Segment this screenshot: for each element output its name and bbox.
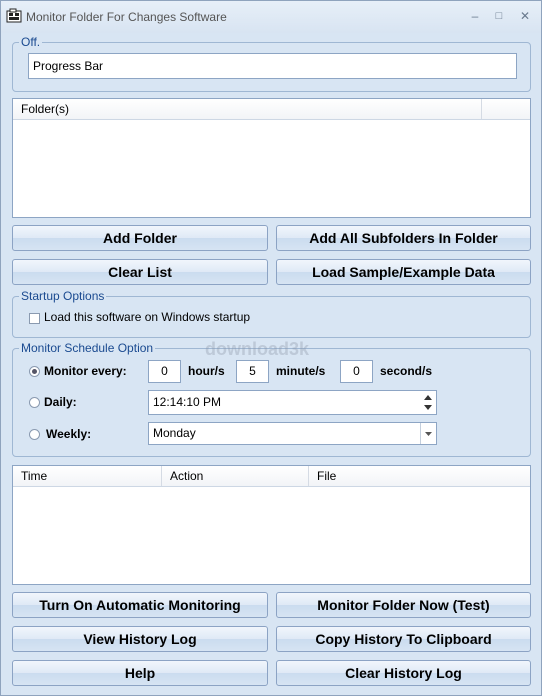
clear-list-button[interactable]: Clear List: [12, 259, 268, 285]
startup-checkbox-label[interactable]: Load this software on Windows startup: [44, 310, 250, 324]
help-button[interactable]: Help: [12, 660, 268, 686]
app-window: Monitor Folder For Changes Software – □ …: [0, 0, 542, 696]
weekly-label[interactable]: Weekly:: [46, 427, 91, 441]
startup-options-label: Startup Options: [19, 289, 107, 303]
daily-label[interactable]: Daily:: [44, 395, 77, 409]
load-sample-button[interactable]: Load Sample/Example Data: [276, 259, 531, 285]
daily-time-value: 12:14:10 PM: [153, 395, 222, 409]
startup-checkbox[interactable]: [29, 313, 40, 324]
history-list-header: Time Action File: [13, 466, 530, 487]
hours-unit-label: hour/s: [188, 364, 225, 378]
monitor-now-button[interactable]: Monitor Folder Now (Test): [276, 592, 531, 618]
folder-list[interactable]: Folder(s): [12, 98, 531, 218]
daily-radio[interactable]: [29, 397, 40, 408]
folder-list-header: Folder(s): [13, 99, 530, 120]
column-header-time[interactable]: Time: [13, 466, 162, 486]
add-subfolders-button[interactable]: Add All Subfolders In Folder: [276, 225, 531, 251]
weekly-radio[interactable]: [29, 429, 40, 440]
watermark-logo: download3k: [205, 339, 310, 359]
add-folder-button[interactable]: Add Folder: [12, 225, 268, 251]
minimize-button[interactable]: –: [463, 7, 487, 25]
seconds-unit-label: second/s: [380, 364, 433, 378]
monitor-every-radio[interactable]: [29, 366, 40, 377]
seconds-input[interactable]: 0: [340, 360, 373, 383]
time-spinner-icon[interactable]: [420, 391, 436, 414]
weekly-day-select[interactable]: Monday: [148, 422, 437, 445]
column-header-file[interactable]: File: [309, 466, 530, 486]
column-header-action[interactable]: Action: [162, 466, 309, 486]
minutes-unit-label: minute/s: [276, 364, 326, 378]
weekly-day-value: Monday: [153, 426, 196, 440]
monitor-every-label[interactable]: Monitor every:: [44, 364, 127, 378]
monitor-schedule-group: Monitor Schedule Option Monitor every: 0…: [12, 341, 531, 457]
turn-on-monitoring-button[interactable]: Turn On Automatic Monitoring: [12, 592, 268, 618]
clear-history-button[interactable]: Clear History Log: [276, 660, 531, 686]
chevron-down-icon[interactable]: [420, 423, 436, 444]
progress-bar: Progress Bar: [28, 53, 517, 79]
minutes-input[interactable]: 5: [236, 360, 269, 383]
hours-input[interactable]: 0: [148, 360, 181, 383]
window-title: Monitor Folder For Changes Software: [26, 10, 227, 24]
daily-time-picker[interactable]: 12:14:10 PM: [148, 390, 437, 415]
app-icon: [6, 8, 22, 24]
history-list[interactable]: Time Action File: [12, 465, 531, 585]
title-bar: Monitor Folder For Changes Software – □ …: [1, 1, 541, 33]
copy-history-button[interactable]: Copy History To Clipboard: [276, 626, 531, 652]
maximize-button[interactable]: □: [487, 7, 511, 25]
status-label: Off.: [19, 35, 43, 49]
column-header-folders[interactable]: Folder(s): [13, 99, 482, 119]
monitor-schedule-label: Monitor Schedule Option: [19, 341, 156, 355]
startup-options-group: Startup Options Load this software on Wi…: [12, 289, 531, 338]
view-history-button[interactable]: View History Log: [12, 626, 268, 652]
close-button[interactable]: ✕: [513, 7, 537, 25]
status-group: Off. Progress Bar: [12, 35, 531, 92]
